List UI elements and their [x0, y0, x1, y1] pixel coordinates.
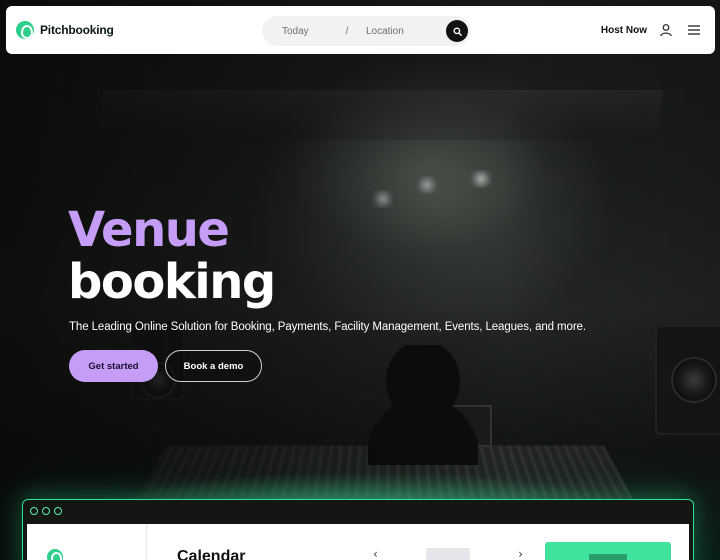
hero-subtitle: The Leading Online Solution for Booking,…: [69, 321, 586, 333]
search-button[interactable]: [446, 20, 468, 42]
search-icon: [452, 26, 462, 36]
app-preview-window: Calendar ‹ ›: [22, 499, 694, 560]
preview-sidebar: [27, 524, 147, 560]
menu-button[interactable]: [685, 21, 703, 39]
search-separator: /: [345, 25, 349, 37]
hero-title: Venue booking: [68, 202, 276, 310]
preview-app-body: Calendar ‹ ›: [27, 524, 689, 560]
window-controls: [30, 507, 62, 515]
chevron-left-icon[interactable]: ‹: [373, 547, 378, 560]
book-demo-button[interactable]: Book a demo: [165, 350, 262, 382]
host-now-link[interactable]: Host Now: [601, 25, 647, 36]
month-label-placeholder: [426, 548, 470, 560]
account-button[interactable]: [657, 21, 675, 39]
hero-title-main: booking: [68, 254, 276, 310]
menu-icon: [688, 25, 700, 35]
cta-buttons: Get started Book a demo: [69, 350, 262, 382]
preview-panel-bar: [589, 554, 627, 560]
location-field[interactable]: Location: [364, 26, 436, 37]
get-started-button[interactable]: Get started: [69, 350, 158, 382]
window-dot: [42, 507, 50, 515]
brand-name: Pitchbooking: [40, 23, 114, 37]
date-field[interactable]: Today: [282, 26, 330, 37]
chevron-right-icon[interactable]: ›: [518, 547, 523, 560]
brand-logo-icon: [16, 21, 34, 39]
top-navbar: Pitchbooking Today / Location Host Now: [6, 6, 715, 54]
window-dot: [54, 507, 62, 515]
search-bar[interactable]: Today / Location: [262, 16, 471, 46]
nav-actions: Host Now: [601, 21, 703, 39]
preview-logo-icon: [47, 549, 63, 560]
preview-green-panel: [545, 542, 671, 560]
window-dot: [30, 507, 38, 515]
hero-title-accent: Venue: [68, 202, 230, 258]
user-icon: [660, 24, 672, 37]
month-navigation: ‹ ›: [363, 542, 533, 560]
calendar-title: Calendar: [177, 548, 246, 560]
brand[interactable]: Pitchbooking: [16, 21, 114, 39]
